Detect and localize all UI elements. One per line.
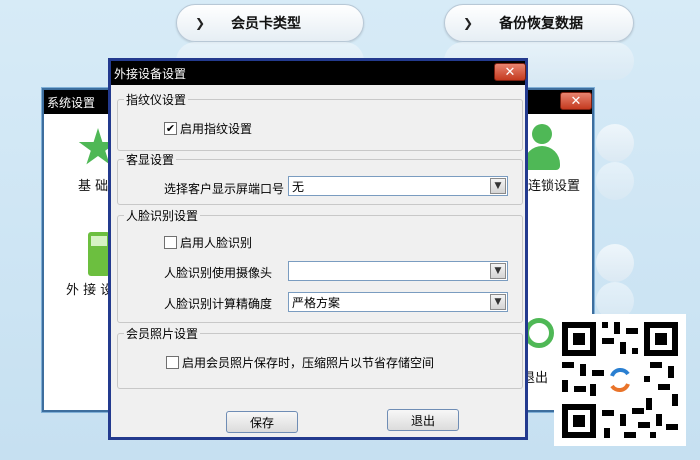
customer-display-group: 客显设置 选择客户显示屏端口号 无 ▼ [117, 151, 523, 205]
photo-compress-label: 启用会员照片保存时，压缩照片以节省存储空间 [182, 356, 435, 370]
fingerprint-group: 指纹仪设置 ✔ 启用指纹设置 [117, 91, 523, 151]
basic-settings-label[interactable]: 基 础 [78, 175, 108, 194]
close-icon: ✕ [570, 93, 582, 109]
checkbox-unchecked-icon [164, 236, 177, 249]
member-card-type-label: 会员卡类型 [231, 16, 302, 32]
dialog-titlebar: 外接设备设置 [111, 61, 525, 85]
face-enable-checkbox[interactable]: 启用人脸识别 [164, 234, 252, 251]
face-recognition-group-title: 人脸识别设置 [124, 207, 201, 224]
chevron-down-icon: ▼ [490, 263, 506, 279]
external-device-dialog: 外接设备设置 ✕ 指纹仪设置 ✔ 启用指纹设置 客显设置 选择客户显示屏端口号 … [108, 58, 528, 440]
customer-display-port-select[interactable]: 无 ▼ [288, 176, 508, 196]
member-photo-group: 会员照片设置 启用会员照片保存时，压缩照片以节省存储空间 [117, 325, 523, 389]
fingerprint-group-title: 指纹仪设置 [124, 91, 189, 108]
face-camera-label: 人脸识别使用摄像头 [164, 266, 273, 280]
chevron-down-icon: ▼ [490, 294, 506, 310]
save-button[interactable]: 保存 [226, 411, 298, 433]
photo-compress-checkbox[interactable]: 启用会员照片保存时，压缩照片以节省存储空间 [166, 354, 434, 371]
backup-restore-label: 备份恢复数据 [499, 16, 584, 32]
member-photo-group-title: 会员照片设置 [124, 325, 201, 342]
save-button-label: 保存 [249, 415, 274, 430]
pill-edge [596, 124, 634, 162]
external-settings-label[interactable]: 外 接 设 [66, 279, 113, 298]
face-recognition-group: 人脸识别设置 启用人脸识别 人脸识别使用摄像头 ▼ 人脸识别计算精确度 严格方案… [117, 207, 523, 323]
exit-button-label: 退出 [410, 413, 435, 428]
customer-display-port-value: 无 [292, 179, 305, 194]
exit-button[interactable]: 退出 [387, 409, 459, 431]
checkbox-unchecked-icon [166, 356, 179, 369]
pill-edge [596, 244, 634, 282]
member-card-type-button[interactable]: ❯ 会员卡类型 [176, 4, 364, 42]
person-icon [522, 124, 562, 172]
face-enable-label: 启用人脸识别 [180, 236, 253, 250]
chevron-down-icon: ▼ [490, 178, 506, 194]
face-precision-select[interactable]: 严格方案 ▼ [288, 292, 508, 312]
backup-restore-button[interactable]: ❯ 备份恢复数据 [444, 4, 634, 42]
chevron-right-icon: ❯ [463, 16, 474, 30]
power-icon [524, 318, 554, 348]
qr-code [554, 314, 686, 446]
face-camera-select[interactable]: ▼ [288, 261, 508, 281]
system-settings-title: 系统设置 [47, 95, 96, 110]
qr-code-icon [554, 314, 686, 446]
device-icon [88, 232, 110, 276]
system-settings-close-button[interactable]: ✕ [560, 92, 592, 110]
close-icon: ✕ [504, 64, 516, 80]
customer-display-port-label: 选择客户显示屏端口号 [164, 182, 285, 196]
fingerprint-enable-checkbox[interactable]: ✔ 启用指纹设置 [164, 120, 252, 137]
face-precision-label: 人脸识别计算精确度 [164, 297, 273, 311]
face-precision-value: 严格方案 [292, 295, 341, 310]
dialog-close-button[interactable]: ✕ [494, 63, 526, 81]
dialog-title: 外接设备设置 [114, 66, 187, 81]
customer-display-group-title: 客显设置 [124, 151, 177, 168]
chevron-right-icon: ❯ [195, 16, 206, 30]
fingerprint-enable-label: 启用指纹设置 [180, 122, 253, 136]
pill-edge [596, 162, 634, 200]
checkbox-checked-icon: ✔ [164, 122, 177, 135]
chain-settings-label[interactable]: 连锁设置 [528, 175, 580, 194]
